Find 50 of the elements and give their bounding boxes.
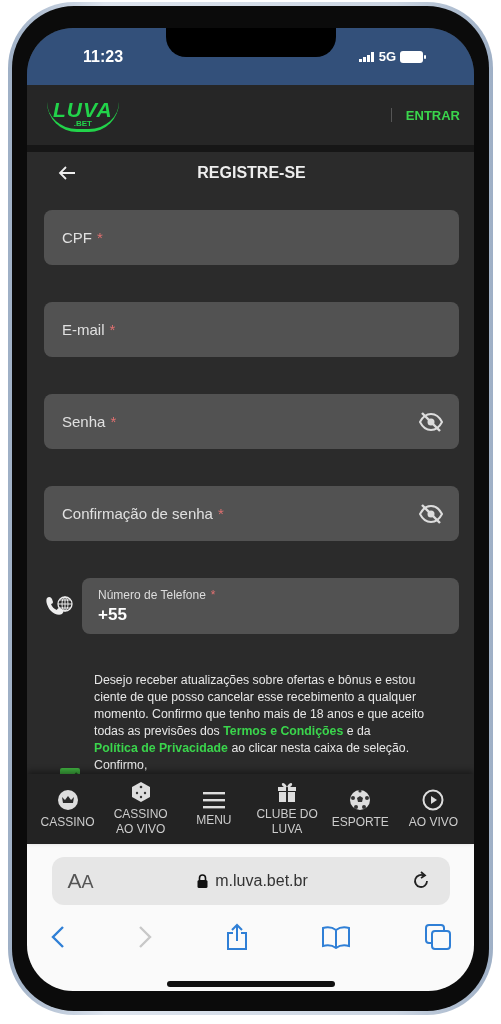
- url-text: m.luva.bet.br: [215, 872, 308, 890]
- field-label: Confirmação de senha: [62, 505, 213, 522]
- required-asterisk: *: [210, 587, 216, 602]
- required-asterisk: *: [110, 413, 117, 430]
- crown-icon: [56, 788, 79, 811]
- text-size-button[interactable]: AA: [67, 869, 94, 893]
- input-field[interactable]: Senha *: [44, 394, 459, 449]
- phone-globe-icon: [44, 595, 74, 617]
- nav-item[interactable]: CASSINO: [31, 788, 104, 830]
- logo[interactable]: LUVA .BET: [47, 98, 119, 132]
- clock-time: 11:23: [83, 47, 124, 66]
- field-label: CPF: [62, 229, 92, 246]
- lock-icon: [197, 874, 209, 888]
- consent-text: Desejo receber atualizações sobre ofertas e bônus e estou ciente de que posso cancelar esse recebimento a qualquer momento. Confirmo que tenho mais de 18 anos e que aceito todas as previsões dos Termos e Condições e da Política de Privacidade ao clicar nesta caixa de seleção. Confirmo,: [94, 672, 426, 774]
- field-label: Número de Telefone: [98, 587, 206, 602]
- eye-slash-icon[interactable]: [419, 503, 443, 524]
- phone-input-field[interactable]: Número de Telefone * +55: [82, 578, 459, 634]
- nav-item[interactable]: ESPORTE: [323, 788, 397, 830]
- book-icon[interactable]: [321, 925, 351, 949]
- play-circle-icon: [422, 788, 445, 811]
- nav-item[interactable]: AO VIVO: [396, 788, 470, 830]
- field-label: E-mail: [62, 321, 105, 338]
- nav-item[interactable]: MENU: [177, 790, 251, 828]
- menu-icon: [202, 790, 225, 809]
- network-label: 5G: [378, 49, 396, 64]
- eye-slash-icon[interactable]: [419, 411, 443, 432]
- dice-icon: [129, 781, 152, 803]
- back-arrow-icon[interactable]: [58, 166, 76, 180]
- input-field[interactable]: Confirmação de senha *: [44, 486, 459, 541]
- input-field[interactable]: CPF *: [44, 210, 459, 265]
- field-value: +55: [98, 604, 128, 625]
- gift-icon: [277, 781, 298, 803]
- required-asterisk: *: [217, 505, 224, 522]
- input-field[interactable]: E-mail *: [44, 302, 459, 357]
- terms-link[interactable]: Termos e Condições: [223, 724, 344, 738]
- login-button[interactable]: ENTRAR: [403, 103, 462, 127]
- required-asterisk: *: [97, 229, 103, 246]
- terms-link[interactable]: Política de Privacidade: [94, 741, 228, 755]
- battery-icon: [400, 50, 426, 63]
- address-bar[interactable]: AA m.luva.bet.br: [51, 857, 450, 905]
- page-title: REGISTRE-SE: [197, 164, 306, 182]
- back-icon[interactable]: [50, 925, 65, 949]
- soccer-ball-icon: [349, 788, 372, 811]
- tabs-icon[interactable]: [424, 924, 451, 950]
- nav-item[interactable]: CLUBE DO LUVA: [250, 781, 324, 837]
- field-label: Senha: [62, 413, 106, 430]
- nav-item[interactable]: CASSINO AO VIVO: [104, 781, 178, 837]
- signal-icon: [358, 51, 375, 62]
- required-asterisk: *: [109, 321, 116, 338]
- share-icon[interactable]: [225, 923, 248, 951]
